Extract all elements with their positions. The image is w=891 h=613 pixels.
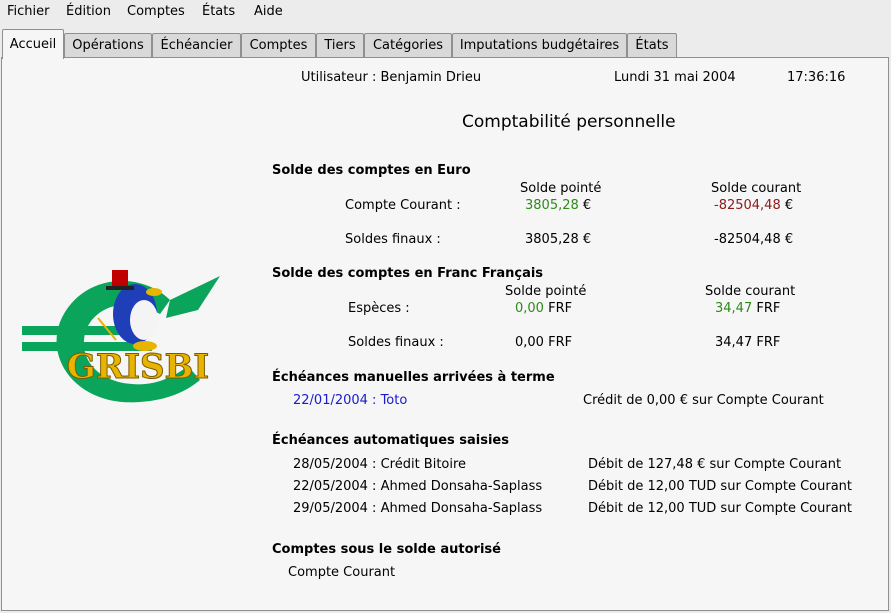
euro-totals-courant: -82504,48 € <box>714 232 794 247</box>
frf-totals-label: Soldes finaux : <box>348 335 444 350</box>
frf-col-pointe: Solde pointé <box>505 284 587 299</box>
menu-etats[interactable]: États <box>202 4 235 19</box>
manual-item-link[interactable]: 22/01/2004 : Toto <box>293 393 407 408</box>
euro-account-name: Compte Courant : <box>345 198 461 213</box>
tab-comptes[interactable]: Comptes <box>241 33 316 57</box>
tab-categories[interactable]: Catégories <box>364 33 452 57</box>
header-time: 17:36:16 <box>787 70 846 85</box>
list-item: 28/05/2004 : Crédit Bitoire <box>293 457 467 472</box>
grisbi-logo: GRISBI <box>22 270 220 403</box>
frf-account-name: Espèces : <box>348 301 410 316</box>
list-item-desc: Débit de 127,48 € sur Compte Courant <box>588 457 842 472</box>
frf-totals-pointe: 0,00 FRF <box>515 335 573 350</box>
list-item-desc: Débit de 12,00 TUD sur Compte Courant <box>588 479 853 494</box>
tab-imputations-budgetaires[interactable]: Imputations budgétaires <box>452 33 627 57</box>
menu-aide[interactable]: Aide <box>254 4 283 19</box>
frf-account-courant: 34,47 FRF <box>715 301 781 316</box>
manual-section-title: Échéances manuelles arrivées à terme <box>272 370 555 385</box>
tab-operations[interactable]: Opérations <box>64 33 152 57</box>
euro-col-pointe: Solde pointé <box>520 181 602 196</box>
frf-col-courant: Solde courant <box>705 284 796 299</box>
euro-section-title: Solde des comptes en Euro <box>272 163 471 178</box>
tab-etats[interactable]: États <box>627 33 677 57</box>
tab-bar: Accueil Opérations Échéancier Comptes Ti… <box>0 29 891 59</box>
list-item: 29/05/2004 : Ahmed Donsaha-Saplass <box>293 501 543 516</box>
manual-item-desc: Crédit de 0,00 € sur Compte Courant <box>583 393 824 408</box>
frf-account-pointe: 0,00 FRF <box>515 301 573 316</box>
euro-totals-label: Soldes finaux : <box>345 232 441 247</box>
frf-section-title: Solde des comptes en Franc Français <box>272 266 544 281</box>
page-title: Comptabilité personnelle <box>462 112 676 132</box>
tab-accueil[interactable]: Accueil <box>2 29 64 59</box>
menu-edition[interactable]: Édition <box>66 4 111 19</box>
euro-col-courant: Solde courant <box>711 181 802 196</box>
header-date: Lundi 31 mai 2004 <box>614 70 736 85</box>
list-item-desc: Débit de 12,00 TUD sur Compte Courant <box>588 501 853 516</box>
tab-echeancier[interactable]: Échéancier <box>152 33 241 57</box>
auto-section-title: Échéances automatiques saisies <box>272 433 509 448</box>
tab-tiers[interactable]: Tiers <box>316 33 364 57</box>
below-section-title: Comptes sous le solde autorisé <box>272 542 501 557</box>
logo-text: GRISBI <box>67 347 209 387</box>
header-user: Utilisateur : Benjamin Drieu <box>301 70 482 85</box>
menu-bar: Fichier Édition Comptes États Aide <box>0 0 891 25</box>
list-item: 22/05/2004 : Ahmed Donsaha-Saplass <box>293 479 543 494</box>
menu-comptes[interactable]: Comptes <box>127 4 185 19</box>
menu-fichier[interactable]: Fichier <box>7 4 50 19</box>
euro-account-courant: -82504,48 € <box>714 198 794 213</box>
euro-account-pointe: 3805,28 € <box>525 198 592 213</box>
below-account: Compte Courant <box>288 565 396 580</box>
frf-totals-courant: 34,47 FRF <box>715 335 781 350</box>
euro-totals-pointe: 3805,28 € <box>525 232 592 247</box>
